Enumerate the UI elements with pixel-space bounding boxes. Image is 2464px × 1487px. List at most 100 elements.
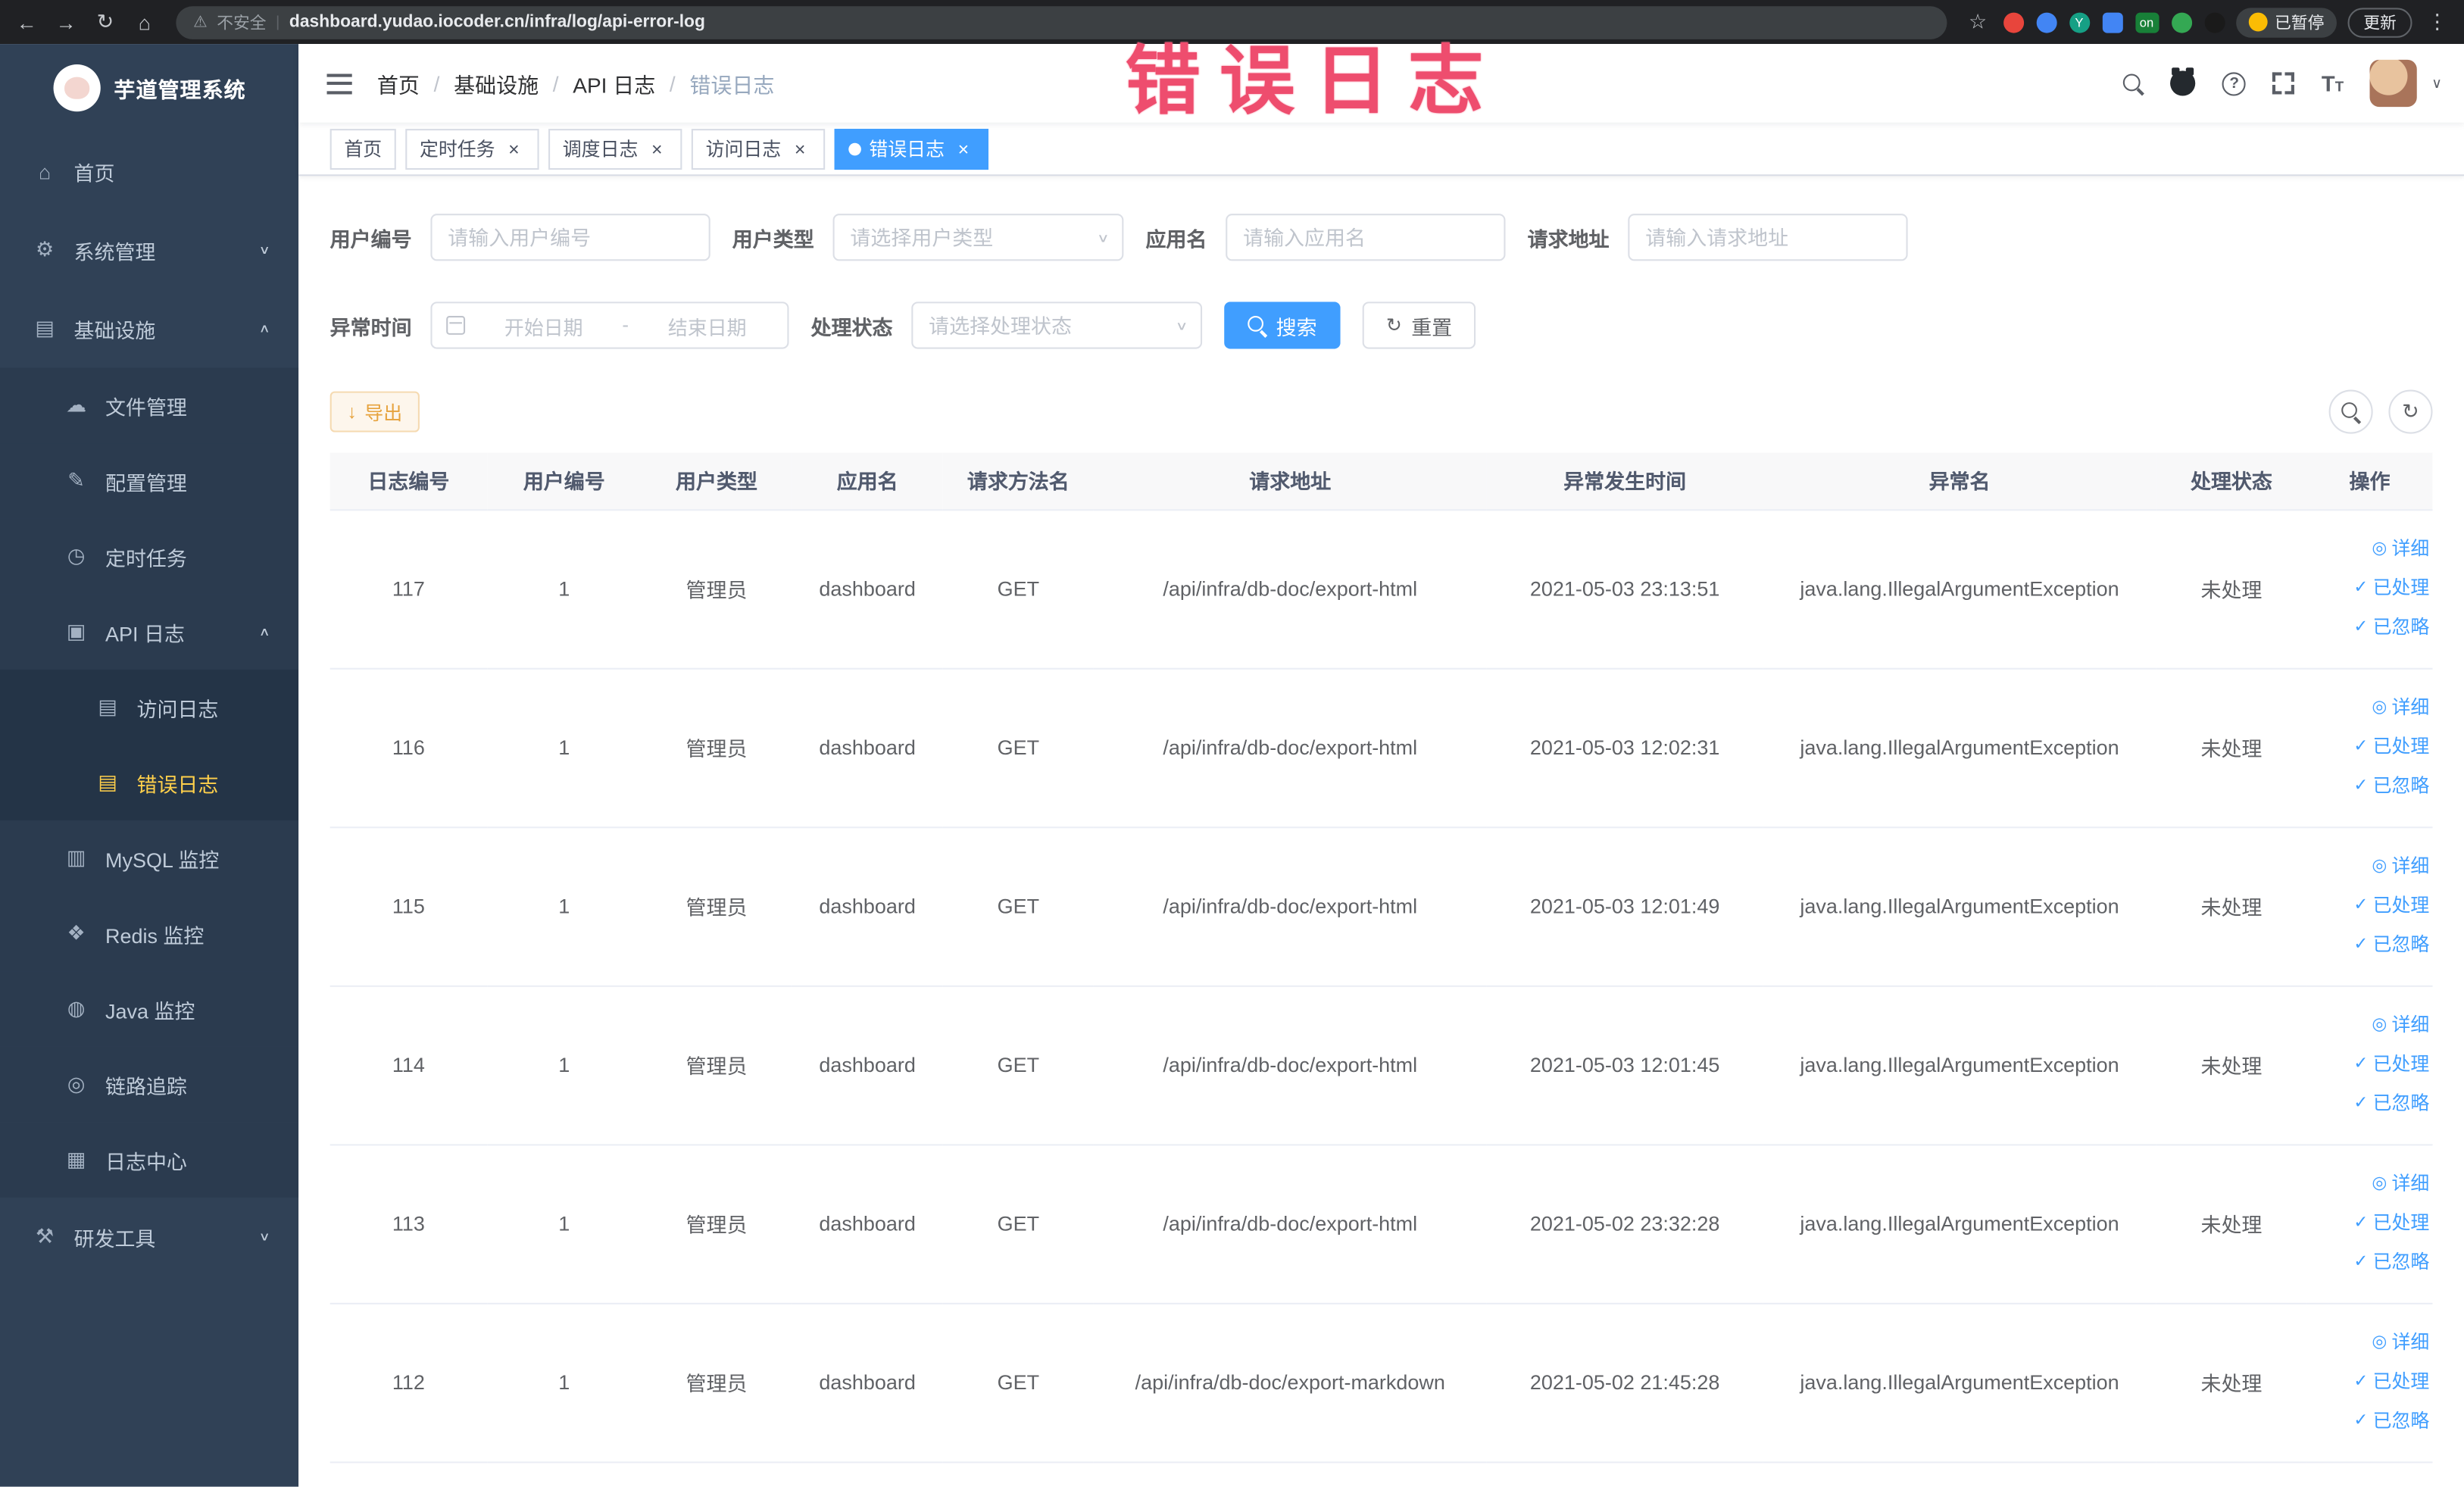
action-detail[interactable]: ◎ 详细 <box>2316 1006 2429 1045</box>
sidebar-item-system-management[interactable]: ⚙ 系统管理 ∨ <box>0 211 298 289</box>
sidebar-item-config-management[interactable]: ✎ 配置管理 <box>0 443 299 519</box>
sidebar-item-label: 配置管理 <box>105 470 187 495</box>
process-status-select[interactable] <box>911 301 1203 349</box>
sidebar-item-scheduled-tasks[interactable]: ◷ 定时任务 <box>0 518 299 595</box>
paused-extension-badge[interactable]: 已暂停 <box>2235 7 2337 37</box>
tab-access-log[interactable]: 访问日志 × <box>691 128 826 170</box>
hamburger-icon[interactable] <box>326 73 352 94</box>
sidebar-item-log-center[interactable]: ▦ 日志中心 <box>0 1122 299 1198</box>
extension-icon-blue-drop[interactable] <box>2035 11 2056 33</box>
address-bar[interactable]: ⚠ 不安全 | dashboard.yudao.iocoder.cn/infra… <box>176 5 1947 39</box>
infrastructure-icon: ▤ <box>35 315 55 340</box>
sidebar-item-mysql-monitor[interactable]: ▥ MySQL 监控 <box>0 820 299 896</box>
user-avatar[interactable] <box>2370 59 2418 108</box>
chrome-update-button[interactable]: 更新 <box>2347 7 2412 37</box>
action-detail[interactable]: ◎ 详细 <box>2316 689 2429 728</box>
breadcrumb-item[interactable]: 首页 <box>377 67 420 98</box>
sidebar-item-label: 访问日志 <box>136 697 219 721</box>
close-icon[interactable]: × <box>646 138 668 160</box>
sidebar-item-error-log[interactable]: ▤ 错误日志 <box>0 745 299 820</box>
breadcrumb-item[interactable]: 基础设施 <box>454 67 539 98</box>
browser-back-icon[interactable]: ← <box>13 6 41 37</box>
tab-schedule-log[interactable]: 调度日志 × <box>548 128 682 170</box>
extension-icon-red[interactable] <box>2003 11 2024 33</box>
breadcrumb-separator: / <box>669 71 676 95</box>
sidebar-item-access-log[interactable]: ▤ 访问日志 <box>0 669 299 745</box>
fullscreen-icon[interactable] <box>2272 72 2295 95</box>
extension-icon-blue-grid[interactable] <box>2101 11 2122 33</box>
eye-icon: ◎ <box>2372 539 2387 558</box>
extension-icon-paw[interactable] <box>2203 11 2225 33</box>
close-icon[interactable]: × <box>789 138 811 160</box>
reset-button-label: 重置 <box>1411 314 1453 339</box>
refresh-table-button[interactable]: ↻ <box>2388 389 2433 434</box>
close-icon[interactable]: × <box>503 138 525 160</box>
eye-icon: ◎ <box>2372 856 2387 876</box>
request-url-input[interactable] <box>1628 214 1908 261</box>
toggle-search-button[interactable] <box>2328 389 2373 434</box>
extension-icon-on-badge[interactable]: on <box>2135 11 2159 33</box>
table-cell: dashboard <box>792 667 943 828</box>
reset-button[interactable]: ↻ 重置 <box>1362 301 1476 349</box>
date-range-picker[interactable]: 开始日期 - 结束日期 <box>430 301 789 349</box>
bookmark-star-icon[interactable]: ☆ <box>1963 6 1991 37</box>
tab-scheduled-tasks[interactable]: 定时任务 × <box>405 128 539 170</box>
extension-icon-green-leaf[interactable] <box>2171 11 2192 33</box>
action-ignored[interactable]: ✓ 已忽略 <box>2316 608 2429 648</box>
app-logo[interactable]: 芋道管理系统 <box>0 44 298 132</box>
action-processed[interactable]: ✓ 已处理 <box>2316 1363 2429 1402</box>
extension-icon-green-y[interactable]: Y <box>2069 11 2090 33</box>
sidebar-item-file-management[interactable]: ☁ 文件管理 <box>0 367 299 444</box>
browser-menu-kebab-icon[interactable]: ⋮ <box>2423 6 2451 37</box>
action-ignored[interactable]: ✓ 已忽略 <box>2316 926 2429 965</box>
search-button[interactable]: 搜索 <box>1224 301 1341 349</box>
check-icon: ✓ <box>2353 776 2369 795</box>
action-detail[interactable]: ◎ 详细 <box>2316 847 2429 886</box>
table-cell: 管理员 <box>641 667 792 828</box>
sidebar-item-trace[interactable]: ◎ 链路追踪 <box>0 1046 299 1123</box>
action-processed[interactable]: ✓ 已处理 <box>2316 728 2429 767</box>
github-icon[interactable] <box>2170 67 2196 96</box>
browser-reload-icon[interactable]: ↻ <box>91 6 119 37</box>
action-ignored[interactable]: ✓ 已忽略 <box>2316 1084 2429 1123</box>
font-size-icon[interactable]: TT <box>2322 70 2344 95</box>
close-icon[interactable]: × <box>952 138 974 160</box>
filter-process-status: 处理状态 ∨ <box>811 301 1203 349</box>
action-processed[interactable]: ✓ 已处理 <box>2316 886 2429 926</box>
browser-forward-icon[interactable]: → <box>52 6 80 37</box>
help-icon[interactable]: ? <box>2222 71 2247 95</box>
user-id-input[interactable] <box>430 214 710 261</box>
action-detail[interactable]: ◎ 详细 <box>2316 1323 2429 1363</box>
sidebar-item-redis-monitor[interactable]: ❖ Redis 监控 <box>0 895 299 972</box>
tab-home[interactable]: 首页 <box>329 128 396 170</box>
user-type-select[interactable] <box>832 214 1124 261</box>
security-label: 不安全 <box>217 13 267 33</box>
filter-exception-time: 异常时间 开始日期 - 结束日期 <box>330 301 789 349</box>
app-name-input[interactable] <box>1226 214 1506 261</box>
action-processed[interactable]: ✓ 已处理 <box>2316 1045 2429 1085</box>
action-detail[interactable]: ◎ 详细 <box>2316 1164 2429 1204</box>
search-icon[interactable] <box>2123 73 2144 93</box>
table-cell: /api/infra/db-doc/export-html <box>1093 826 1487 986</box>
sidebar-item-infrastructure[interactable]: ▤ 基础设施 ∧ <box>0 289 298 368</box>
browser-home-icon[interactable]: ⌂ <box>130 6 158 37</box>
action-ignored[interactable]: ✓ 已忽略 <box>2316 1402 2429 1442</box>
sidebar-item-java-monitor[interactable]: ◍ Java 监控 <box>0 971 299 1047</box>
export-button[interactable]: ↓ 导出 <box>329 391 420 433</box>
column-header: 操作 <box>2306 452 2433 511</box>
action-ignored[interactable]: ✓ 已忽略 <box>2316 767 2429 806</box>
action-processed[interactable]: ✓ 已处理 <box>2316 569 2429 608</box>
sidebar-item-dev-tools[interactable]: ⚒ 研发工具 ∨ <box>0 1198 298 1276</box>
page-content: 用户编号 用户类型 ∨ 应用名 请求地址 <box>298 176 2464 1463</box>
table-cell: 1 <box>487 985 642 1145</box>
sidebar-item-api-log[interactable]: ▣ API 日志 ∧ <box>0 594 299 670</box>
table-cell: 未处理 <box>2156 1144 2307 1304</box>
action-ignored[interactable]: ✓ 已忽略 <box>2316 1243 2429 1282</box>
action-detail[interactable]: ◎ 详细 <box>2316 530 2429 569</box>
action-processed[interactable]: ✓ 已处理 <box>2316 1204 2429 1243</box>
range-separator: - <box>622 314 629 336</box>
sidebar-item-home[interactable]: ⌂ 首页 <box>0 132 298 211</box>
tab-error-log[interactable]: 错误日志 × <box>834 128 989 170</box>
chevron-down-icon[interactable]: ∨ <box>2431 75 2442 92</box>
breadcrumb-item[interactable]: API 日志 <box>573 67 655 98</box>
